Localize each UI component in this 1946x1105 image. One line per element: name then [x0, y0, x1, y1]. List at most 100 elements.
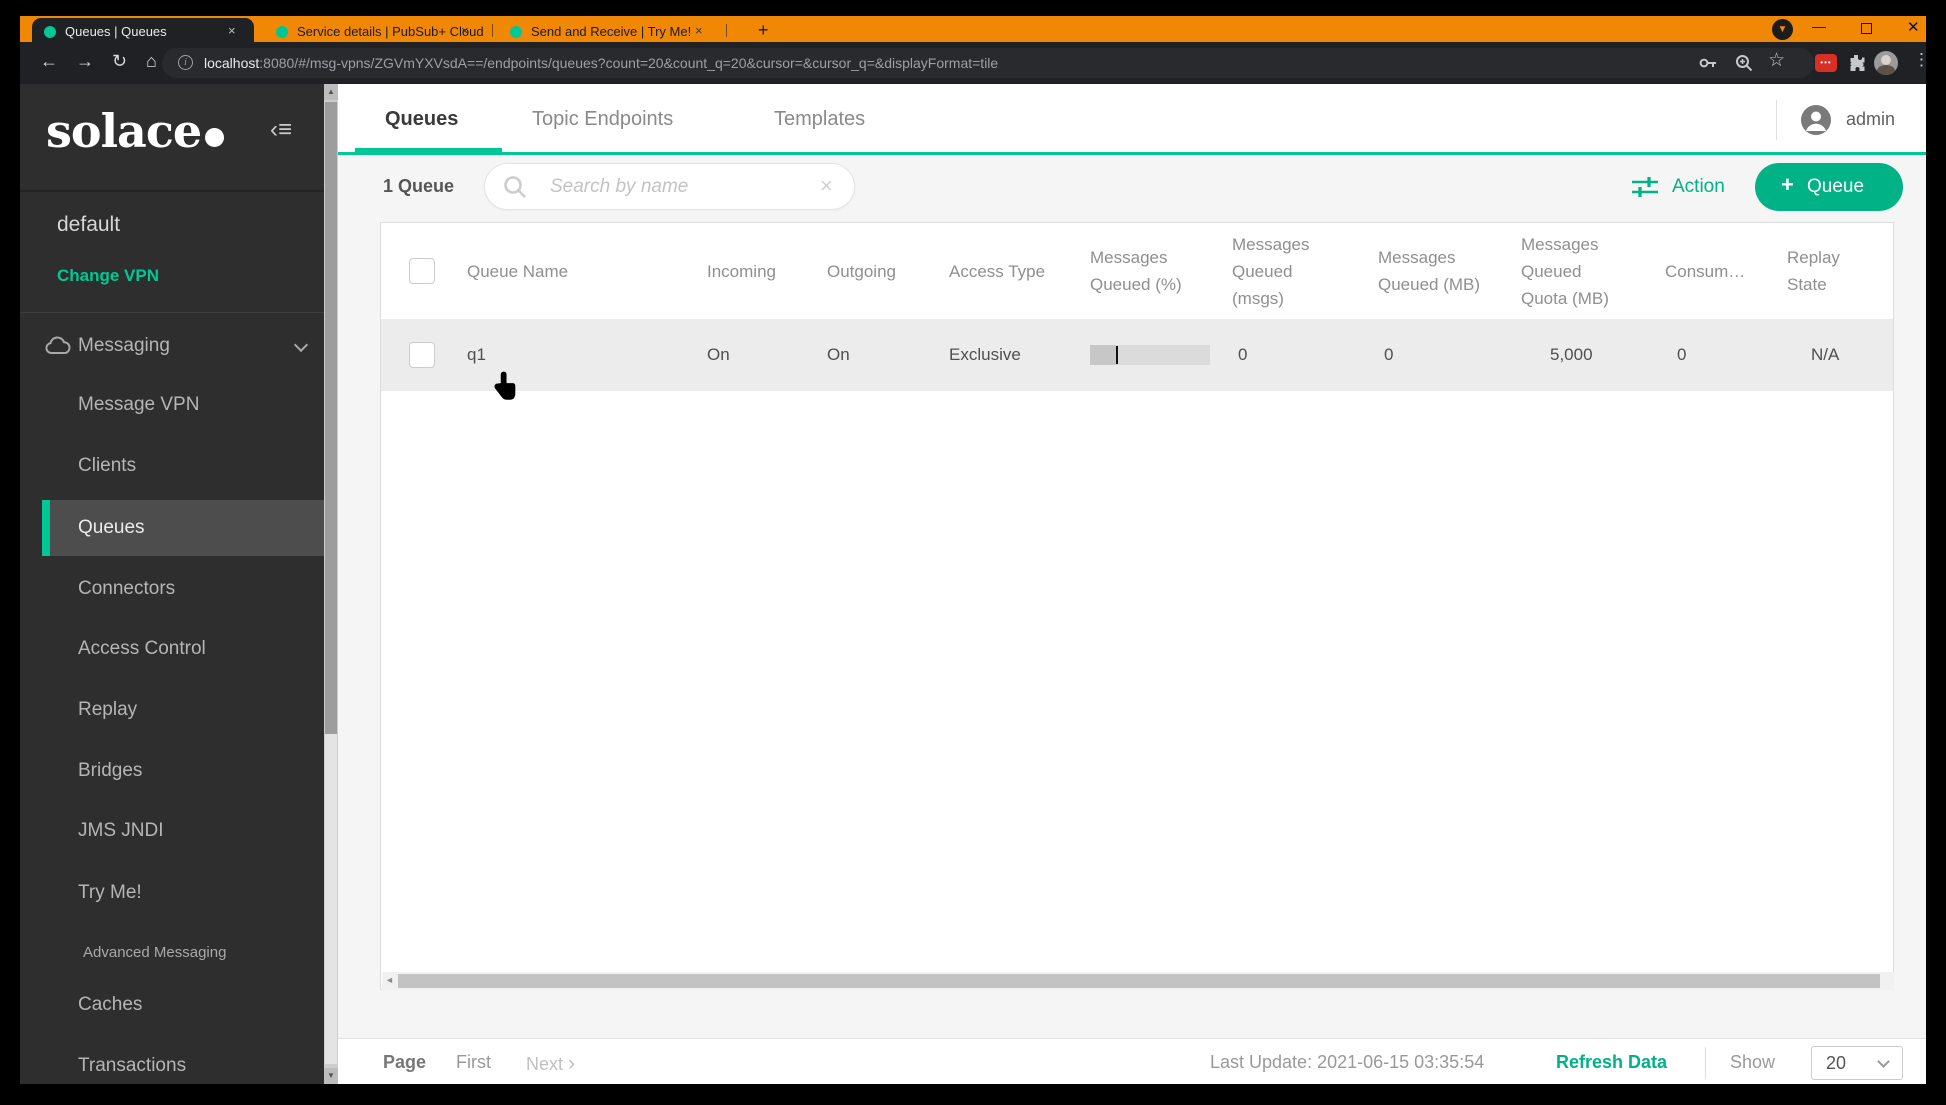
next-page-button[interactable]: Next ›	[526, 1052, 575, 1076]
window-restore-button[interactable]	[1861, 23, 1872, 34]
sidebar-item-message-vpn[interactable]: Message VPN	[78, 391, 199, 419]
cell-queued-msgs: 0	[1238, 345, 1248, 364]
col-consumers[interactable]: Consum…	[1665, 258, 1775, 285]
table-horizontal-scrollbar[interactable]: ◄	[382, 972, 1894, 990]
sidebar-item-connectors[interactable]: Connectors	[78, 575, 175, 603]
sidebar-section-messaging[interactable]: Messaging	[78, 335, 170, 357]
window-minimize-button[interactable]: —	[1812, 18, 1826, 34]
col-access-type[interactable]: Access Type	[949, 258, 1045, 285]
sidebar-item-caches[interactable]: Caches	[78, 991, 142, 1019]
home-icon[interactable]: ⌂	[146, 51, 157, 72]
sidebar-collapse-icon[interactable]: ‹≡	[270, 116, 292, 144]
reload-icon[interactable]: ↻	[112, 51, 127, 72]
col-queue-name[interactable]: Queue Name	[467, 258, 568, 285]
refresh-data-button[interactable]: Refresh Data	[1556, 1052, 1667, 1073]
col-incoming[interactable]: Incoming	[707, 258, 776, 285]
main-content: Queues Topic Endpoints Templates admin 1…	[338, 84, 1926, 1084]
chevron-right-icon: ›	[568, 1052, 576, 1075]
cell-quota-mb: 5,000	[1550, 345, 1593, 364]
sidebar-item-advanced-messaging[interactable]: Advanced Messaging	[83, 939, 226, 967]
content-header: Queues Topic Endpoints Templates admin	[338, 84, 1926, 155]
cell-queued-mb: 0	[1384, 345, 1394, 364]
action-button[interactable]: Action	[1672, 176, 1725, 198]
password-key-icon[interactable]	[1698, 53, 1718, 73]
sidebar-item-try-me[interactable]: Try Me!	[78, 879, 142, 907]
col-messages-queued-pct[interactable]: Messages Queued (%)	[1090, 244, 1194, 298]
sidebar-item-access-control[interactable]: Access Control	[78, 635, 206, 663]
browser-tab-service-details[interactable]: Service details | PubSub+ Cloud ×	[265, 18, 486, 42]
sidebar-item-clients[interactable]: Clients	[78, 452, 136, 480]
bookmark-star-icon[interactable]: ☆	[1768, 49, 1785, 72]
scrollbar-track[interactable]	[325, 734, 337, 1064]
col-replay-state[interactable]: Replay State	[1787, 244, 1867, 298]
window-close-button[interactable]: ✕	[1907, 18, 1920, 36]
tab-favicon-icon	[44, 26, 56, 38]
col-messages-queued-msgs[interactable]: Messages Queued (msgs)	[1232, 231, 1332, 312]
vpn-name: default	[57, 213, 121, 236]
tab-queues[interactable]: Queues	[385, 108, 458, 131]
scroll-up-icon[interactable]: ▲	[324, 84, 338, 100]
extensions-puzzle-icon[interactable]	[1846, 53, 1866, 73]
sidebar-scrollbar[interactable]: ▲ ▼	[324, 84, 338, 1084]
table-row[interactable]: q1 On On Exclusive 0 0 5,000 0 N/A	[381, 319, 1893, 391]
sidebar-item-transactions[interactable]: Transactions	[78, 1052, 186, 1080]
app-root: solace ‹≡ default Change VPN Messaging M…	[20, 84, 1926, 1084]
active-tab-underline	[355, 148, 502, 152]
url-text: localhost:8080/#/msg-vpns/ZGVmYXVsdA==/e…	[204, 55, 998, 71]
page-info-icon[interactable]: i	[178, 55, 193, 70]
row-checkbox[interactable]	[409, 342, 435, 368]
cell-outgoing: On	[827, 345, 850, 364]
search-clear-icon[interactable]: ×	[820, 173, 833, 199]
browser-update-badge-icon[interactable]: ▼	[1772, 19, 1793, 40]
browser-tab-send-receive[interactable]: Send and Receive | Try Me! ×	[499, 18, 720, 42]
scrollbar-thumb[interactable]	[398, 974, 1880, 988]
cell-replay-state: N/A	[1811, 345, 1840, 364]
scrollbar-thumb[interactable]	[325, 102, 337, 734]
new-tab-button[interactable]: +	[758, 20, 769, 41]
browser-profile-avatar[interactable]	[1874, 51, 1898, 75]
col-messages-queued-quota[interactable]: Messages Queued Quota (MB)	[1521, 231, 1625, 312]
back-icon[interactable]: ←	[40, 51, 58, 72]
plus-icon: +	[1781, 172, 1794, 197]
tab-separator	[492, 24, 493, 37]
tab-close-icon[interactable]: ×	[695, 23, 703, 38]
browser-tab-queues[interactable]: Queues | Queues ×	[32, 18, 254, 42]
scroll-left-icon[interactable]: ◄	[385, 975, 394, 985]
sidebar-item-bridges[interactable]: Bridges	[78, 757, 142, 785]
url-host: localhost	[204, 55, 260, 71]
first-page-button[interactable]: First	[456, 1052, 491, 1073]
col-outgoing[interactable]: Outgoing	[827, 258, 896, 285]
cell-queue-name[interactable]: q1	[467, 344, 486, 366]
scroll-down-icon[interactable]: ▼	[324, 1068, 338, 1084]
mouse-hand-cursor	[494, 371, 516, 400]
username-label[interactable]: admin	[1846, 109, 1895, 130]
tab-close-icon[interactable]: ×	[228, 23, 236, 38]
messaging-cloud-icon	[44, 336, 72, 361]
page-size-select[interactable]: 20	[1811, 1046, 1903, 1080]
sidebar-item-replay[interactable]: Replay	[78, 696, 137, 724]
browser-menu-icon[interactable]: ⋮	[1913, 50, 1930, 70]
col-messages-queued-mb[interactable]: Messages Queued (MB)	[1378, 244, 1492, 298]
tab-templates[interactable]: Templates	[774, 108, 865, 131]
user-avatar-icon[interactable]	[1800, 104, 1832, 136]
select-all-checkbox[interactable]	[409, 258, 435, 284]
chevron-down-icon[interactable]	[293, 337, 309, 353]
forward-icon[interactable]: →	[76, 51, 94, 72]
tab-close-icon[interactable]: ×	[461, 23, 469, 38]
add-queue-button[interactable]: + Queue	[1755, 163, 1903, 211]
show-label: Show	[1730, 1052, 1776, 1072]
solace-logo-text: solace	[46, 104, 202, 158]
extension-red-icon[interactable]: •••	[1815, 54, 1837, 72]
chevron-down-icon	[1877, 1055, 1890, 1068]
zoom-page-icon[interactable]	[1734, 53, 1754, 73]
screenshot-stage: Queues | Queues × Service details | PubS…	[0, 0, 1946, 1105]
divider	[1776, 100, 1777, 140]
sidebar-item-jms-jndi[interactable]: JMS JNDI	[78, 817, 164, 845]
tab-title: Send and Receive | Try Me!	[531, 24, 692, 39]
page-size-value: 20	[1826, 1053, 1847, 1073]
change-vpn-link[interactable]: Change VPN	[57, 266, 159, 286]
tab-title: Queues | Queues	[65, 24, 167, 39]
sidebar-item-queues[interactable]: Queues	[78, 514, 145, 542]
action-sliders-icon[interactable]	[1631, 176, 1659, 198]
tab-topic-endpoints[interactable]: Topic Endpoints	[532, 108, 673, 131]
